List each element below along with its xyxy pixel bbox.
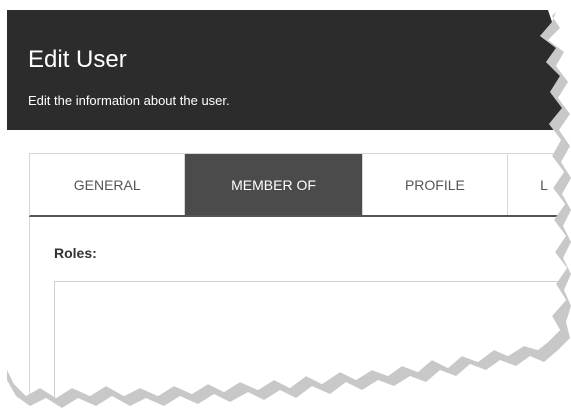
tab-bar: GENERAL MEMBER OF PROFILE L [29,153,567,217]
roles-label: Roles: [54,245,97,261]
member-of-panel: Roles: [29,217,567,398]
edit-user-dialog: Edit User Edit the information about the… [7,10,567,398]
tab-truncated[interactable]: L [508,154,567,215]
roles-list[interactable] [54,281,567,398]
tab-general[interactable]: GENERAL [30,154,186,215]
tab-member-of[interactable]: MEMBER OF [185,154,363,215]
dialog-header: Edit User Edit the information about the… [7,10,567,130]
dialog-title: Edit User [28,46,127,73]
screenshot: Edit User Edit the information about the… [0,0,571,408]
dialog-subtitle: Edit the information about the user. [28,93,230,108]
tab-profile[interactable]: PROFILE [363,154,509,215]
